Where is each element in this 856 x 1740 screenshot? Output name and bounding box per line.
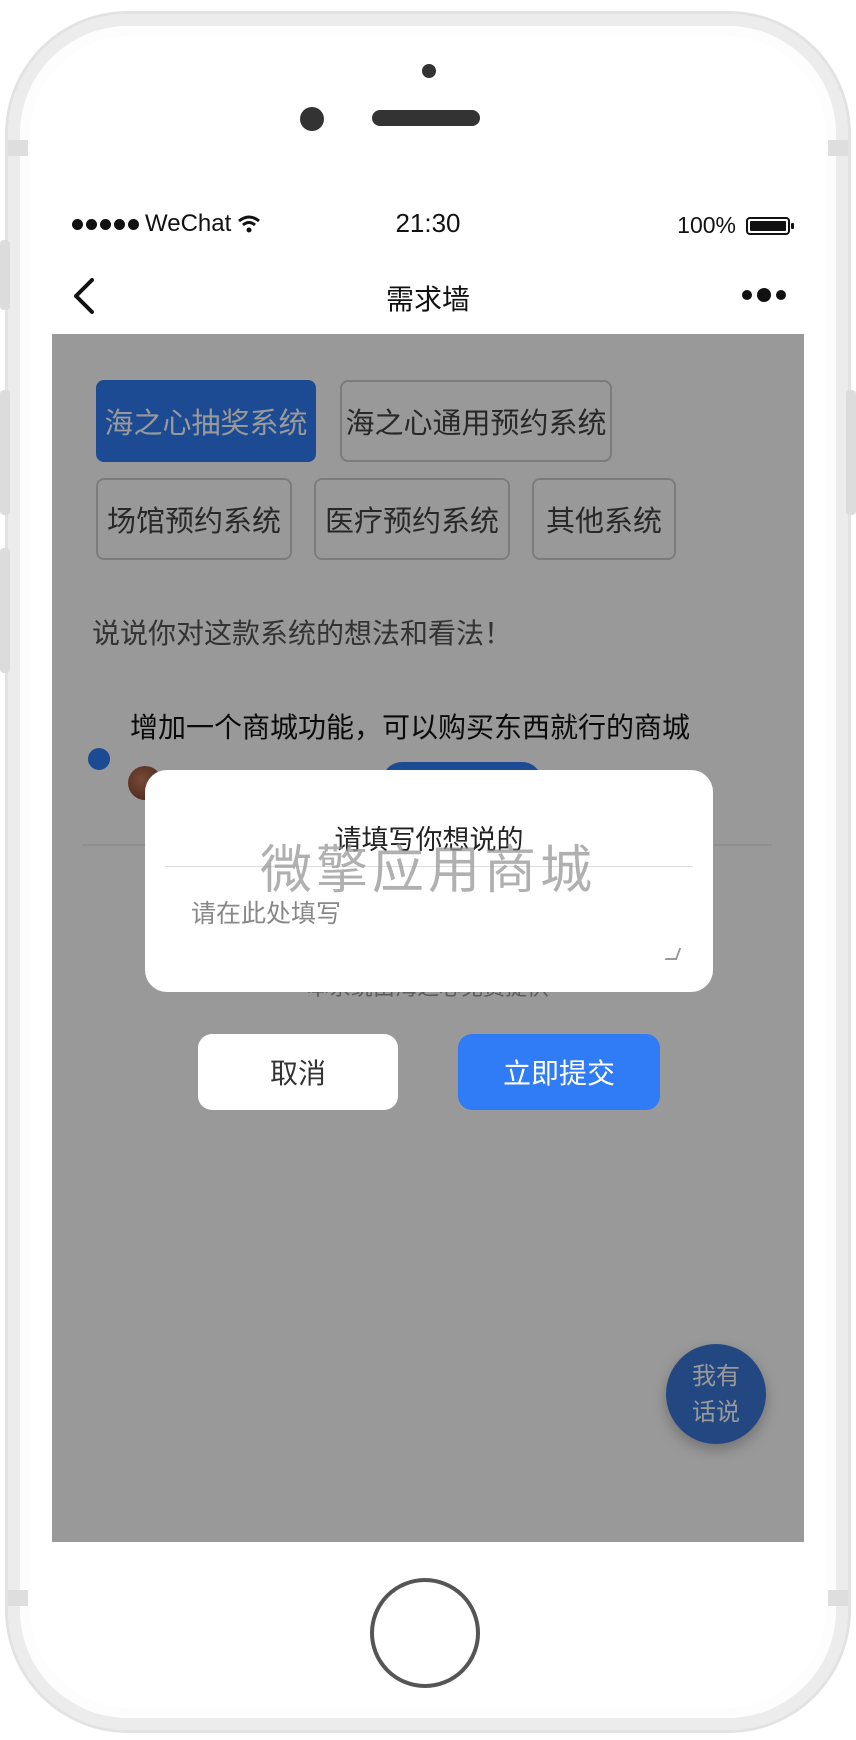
antenna-band-right-top xyxy=(828,140,848,156)
volume-down-button xyxy=(0,548,10,673)
nav-bar: 需求墙 xyxy=(52,258,804,334)
antenna-band-left-bottom xyxy=(8,1590,28,1606)
mute-switch xyxy=(0,240,10,310)
antenna-band-right-bottom xyxy=(828,1590,848,1606)
battery-status: 100% xyxy=(677,212,794,239)
battery-percent: 100% xyxy=(677,212,736,238)
power-button xyxy=(846,390,856,515)
input-dialog: 请填写你想说的 xyxy=(145,770,713,992)
more-menu-icon[interactable] xyxy=(742,288,786,302)
phone-screen: WeChat 21:30 100% 需求墙 海之心抽奖系统 海之心通用预约系统 … xyxy=(52,188,804,1542)
home-button[interactable] xyxy=(370,1578,480,1688)
proximity-sensor xyxy=(422,64,436,78)
cancel-button[interactable]: 取消 xyxy=(198,1034,398,1110)
submit-button[interactable]: 立即提交 xyxy=(458,1034,660,1110)
antenna-band-left-top xyxy=(8,140,28,156)
earpiece-speaker xyxy=(372,110,480,126)
page-title: 需求墙 xyxy=(385,283,470,316)
volume-up-button xyxy=(0,390,10,515)
front-camera xyxy=(300,107,324,131)
dialog-title: 请填写你想说的 xyxy=(334,825,524,856)
status-bar: WeChat 21:30 100% xyxy=(52,188,804,258)
battery-icon xyxy=(746,216,794,235)
feedback-textarea[interactable] xyxy=(175,878,707,990)
dialog-divider xyxy=(165,866,693,867)
